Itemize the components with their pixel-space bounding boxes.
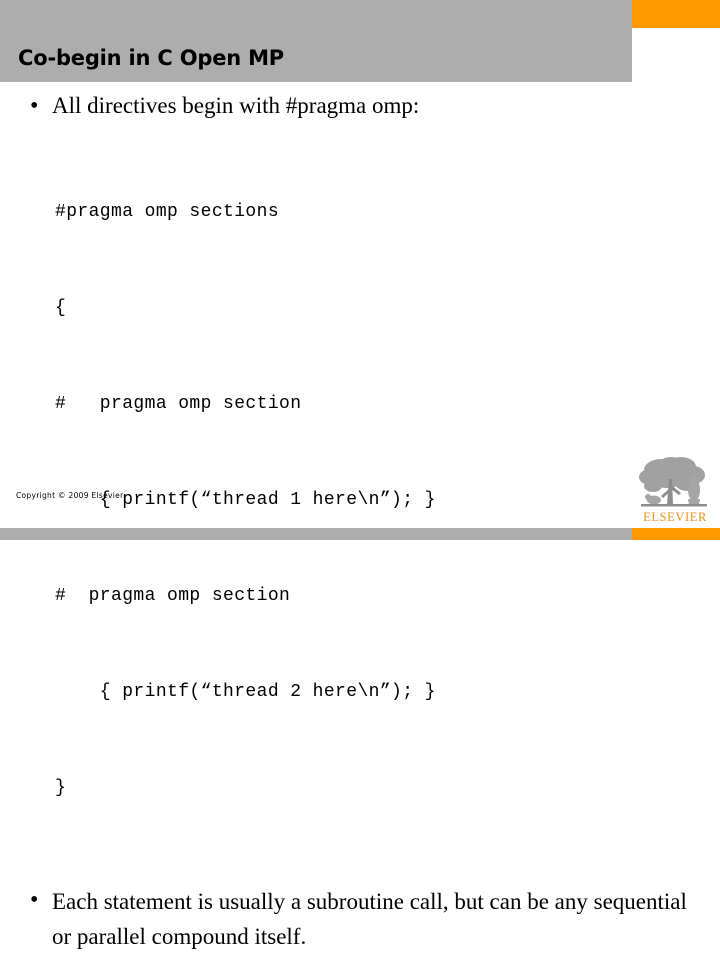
code-line: #pragma omp sections <box>55 202 280 222</box>
code-line: { <box>55 298 67 318</box>
elsevier-logo: ELSEVIER <box>637 455 713 527</box>
elsevier-tree-icon <box>637 455 713 515</box>
slide-content: • All directives begin with #pragma omp:… <box>0 90 720 954</box>
bullet-text-2: Each statement is usually a subroutine c… <box>52 889 687 949</box>
page-title: Co-begin in C Open MP <box>18 46 284 70</box>
code-line: { printf(“thread 2 here\n”); } <box>55 682 436 702</box>
code-line: # pragma omp section <box>55 394 302 414</box>
footer-orange-accent <box>632 528 720 540</box>
bullet-marker-icon: • <box>30 93 39 119</box>
bullet-item-1: • All directives begin with #pragma omp: <box>0 90 720 122</box>
bullet-marker-icon: • <box>30 887 39 913</box>
footer-gray-band <box>0 528 632 540</box>
header-orange-accent <box>632 0 720 28</box>
bullet-item-2: • Each statement is usually a subroutine… <box>0 884 720 954</box>
code-line: } <box>55 778 67 798</box>
code-line: { printf(“thread 1 here\n”); } <box>55 490 436 510</box>
elsevier-wordmark: ELSEVIER <box>643 510 707 524</box>
bullet-text-1: All directives begin with #pragma omp: <box>52 93 420 118</box>
code-line: # pragma omp section <box>55 586 291 606</box>
slide: Co-begin in C Open MP • All directives b… <box>0 0 720 949</box>
copyright-notice: Copyright © 2009 Elsevier <box>16 491 124 500</box>
